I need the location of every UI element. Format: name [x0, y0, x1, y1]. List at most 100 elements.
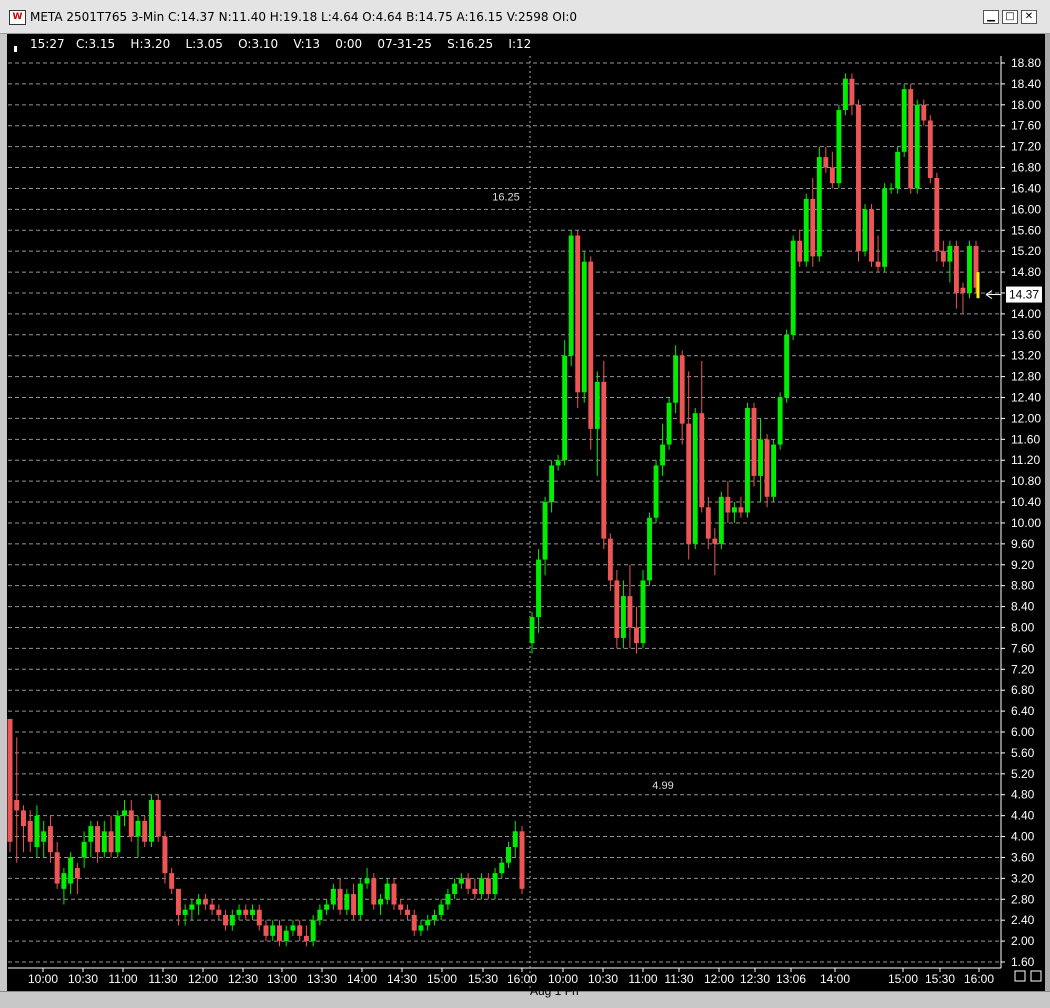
x-tick-label: 11:30	[148, 972, 177, 986]
price-chart[interactable]: 18.80 18.40 18.00 17.60 17.20 16.80 16.40 16.00…	[0, 0, 1050, 1008]
day2-candle	[718, 496, 724, 544]
y-tick-label: 12.40	[1011, 391, 1041, 405]
day1-candle	[344, 894, 350, 910]
day2-candle	[960, 287, 966, 293]
day1-candle	[256, 909, 262, 926]
day2-candle	[875, 261, 881, 267]
x-tick-label: 14:00	[820, 972, 850, 986]
y-tick-label: 17.60	[1011, 119, 1041, 133]
day2-candle	[594, 381, 600, 429]
day2-candle	[555, 460, 561, 466]
y-tick-label: 3.20	[1011, 871, 1035, 885]
day2-candle	[705, 507, 711, 539]
day1-candle	[54, 852, 60, 884]
day2-candle	[568, 235, 574, 356]
day1-candle	[20, 810, 26, 827]
y-tick-label: 11.20	[1011, 453, 1040, 467]
day2-candle	[653, 465, 659, 518]
day2-candle	[882, 188, 888, 267]
y-tick-label: 13.60	[1011, 328, 1041, 342]
day1-candle	[135, 820, 141, 837]
day2-candle	[901, 89, 907, 152]
day1-candle	[263, 925, 269, 936]
day2-candle	[862, 209, 868, 252]
day1-candle	[317, 909, 323, 921]
day1-candle	[276, 925, 282, 942]
day1-candle	[243, 909, 249, 915]
x-tick-label: 11:00	[108, 972, 137, 986]
day2-candle	[549, 465, 555, 503]
day1-candle	[155, 799, 161, 837]
y-tick-label: 14.80	[1011, 265, 1041, 279]
day2-candle	[934, 177, 940, 252]
y-tick-label: 16.00	[1011, 202, 1041, 216]
day1-candle	[209, 904, 215, 910]
day1-candle	[458, 878, 464, 884]
day1-candle	[229, 914, 235, 926]
price-annotation: 16.25	[492, 191, 520, 203]
y-tick-label: 16.40	[1011, 181, 1041, 195]
day2-candle	[529, 617, 535, 644]
day1-candle	[95, 826, 101, 853]
day2-candle	[836, 110, 842, 184]
x-tick-label: 14:30	[387, 972, 417, 986]
day2-candle	[764, 439, 770, 497]
day2-candle	[953, 245, 959, 293]
day1-candle	[88, 826, 94, 842]
x-tick-label: 12:30	[228, 972, 258, 986]
y-tick-label: 18.40	[1011, 77, 1041, 91]
day2-candle	[947, 245, 953, 262]
day2-candle	[771, 444, 777, 497]
x-tick-label: 13:06	[776, 972, 806, 986]
y-tick-label: 5.60	[1011, 746, 1035, 760]
day2-candle	[536, 559, 541, 618]
zoom-box-icon	[1014, 970, 1026, 982]
y-tick-label: 8.00	[1011, 620, 1035, 634]
y-tick-label: 17.20	[1011, 140, 1041, 154]
day1-candle	[128, 810, 134, 837]
y-tick-label: 7.20	[1011, 662, 1035, 676]
day1-candle	[297, 925, 303, 936]
day2-candle	[581, 261, 587, 393]
y-tick-label: 12.00	[1011, 411, 1041, 425]
day1-candle	[115, 815, 121, 853]
day2-candle	[940, 251, 946, 262]
day2-candle	[842, 78, 848, 111]
day2-candle	[692, 413, 698, 544]
y-tick-label: 1.60	[1011, 955, 1035, 969]
y-tick-label: 2.00	[1011, 934, 1035, 948]
x-tick-label: 15:00	[427, 972, 457, 986]
y-tick-label: 7.60	[1011, 641, 1035, 655]
day2-candle	[673, 355, 679, 403]
day2-candle	[542, 502, 548, 560]
x-tick-label: 13:00	[267, 972, 297, 986]
day1-candle	[34, 815, 40, 848]
x-tick-label: 12:00	[704, 972, 734, 986]
day-separator-label: Aug 1 Fri	[530, 984, 579, 998]
day2-candle	[614, 580, 620, 638]
y-tick-label: 10.00	[1011, 516, 1041, 530]
day1-candle	[351, 894, 357, 915]
day2-candle	[849, 78, 855, 105]
day1-candle	[108, 831, 114, 853]
x-tick-label: 11:30	[664, 972, 693, 986]
day1-candle	[310, 920, 316, 942]
x-tick-label: 16:00	[964, 972, 994, 986]
day1-candle	[431, 914, 437, 921]
day1-candle	[148, 799, 154, 842]
day1-candle	[61, 873, 67, 889]
zoom-box-icon	[1030, 970, 1042, 982]
y-tick-label: 18.00	[1011, 98, 1041, 112]
day1-candle	[438, 904, 444, 915]
day1-candle	[492, 873, 498, 895]
day1-candle	[236, 909, 242, 915]
day1-candle	[216, 909, 222, 915]
day1-candle	[378, 899, 384, 905]
x-tick-label: 11:00	[628, 972, 657, 986]
day2-candle	[921, 104, 927, 121]
day1-candle	[357, 883, 363, 915]
day2-candle	[686, 423, 692, 544]
y-tick-label: 15.20	[1011, 244, 1041, 258]
y-tick-label: 10.80	[1011, 474, 1041, 488]
x-tick-label: 10:30	[68, 972, 98, 986]
